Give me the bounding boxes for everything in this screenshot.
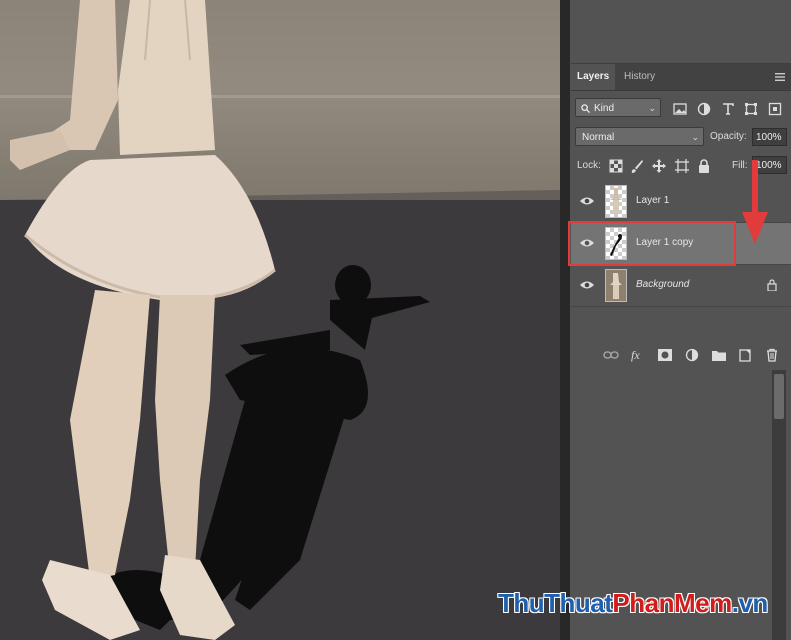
red-arrow-down-icon bbox=[742, 160, 768, 244]
chevron-down-icon: ⌄ bbox=[648, 103, 656, 113]
search-icon bbox=[581, 104, 590, 113]
type-filter-icon[interactable] bbox=[720, 101, 736, 117]
image-filter-icon[interactable] bbox=[672, 101, 688, 117]
lock-transparent-pixels-icon[interactable] bbox=[608, 158, 624, 174]
watermark-logo: ThuThuatPhanMem.vn bbox=[498, 588, 768, 619]
fx-icon[interactable]: fx bbox=[630, 348, 646, 362]
lock-image-pixels-icon[interactable] bbox=[629, 158, 645, 174]
background-photo-thumbnail-icon bbox=[606, 270, 626, 301]
tab-history[interactable]: History bbox=[618, 64, 661, 90]
lock-label: Lock: bbox=[577, 160, 601, 171]
svg-text:fx: fx bbox=[631, 348, 640, 362]
layers-footer: fx bbox=[571, 340, 791, 370]
blend-mode-value: Normal bbox=[582, 132, 615, 143]
adjustment-filter-icon[interactable] bbox=[696, 101, 712, 117]
filter-row: Kind ⌄ bbox=[571, 98, 791, 120]
blend-row: Normal ⌄ Opacity: 100% bbox=[571, 127, 791, 149]
layer-thumbnail bbox=[605, 269, 627, 302]
layer-row-background[interactable]: Background bbox=[571, 265, 791, 307]
blend-mode-select[interactable]: Normal ⌄ bbox=[575, 127, 704, 146]
lock-position-icon[interactable] bbox=[651, 158, 667, 174]
layer-name: Background bbox=[636, 279, 690, 290]
eye-icon[interactable] bbox=[579, 278, 595, 292]
panel-tabs: Layers History bbox=[571, 64, 791, 91]
trash-icon[interactable] bbox=[764, 348, 780, 362]
opacity-input[interactable]: 100% bbox=[752, 128, 787, 146]
lock-all-icon[interactable] bbox=[696, 158, 712, 174]
new-layer-icon[interactable] bbox=[737, 348, 753, 362]
adjustment-layer-icon[interactable] bbox=[684, 348, 700, 362]
panel-menu-icon[interactable] bbox=[775, 73, 785, 81]
filter-kind-label: Kind bbox=[594, 103, 615, 114]
document-canvas[interactable] bbox=[0, 0, 560, 640]
link-layers-icon[interactable] bbox=[603, 348, 619, 362]
chevron-down-icon: ⌄ bbox=[691, 132, 699, 142]
lock-icon[interactable] bbox=[767, 279, 777, 291]
canvas-gutter bbox=[560, 0, 570, 640]
smart-object-filter-icon[interactable] bbox=[767, 101, 783, 117]
add-mask-icon[interactable] bbox=[657, 348, 673, 362]
panel-scrollbar-thumb[interactable] bbox=[774, 374, 784, 419]
layer-name: Layer 1 bbox=[636, 195, 670, 206]
eye-icon[interactable] bbox=[579, 194, 595, 208]
shape-filter-icon[interactable] bbox=[743, 101, 759, 117]
tab-layers[interactable]: Layers bbox=[571, 64, 616, 90]
watermark-part3: .vn bbox=[731, 588, 769, 618]
selected-layer-highlight bbox=[568, 221, 736, 266]
opacity-label: Opacity: bbox=[710, 131, 747, 142]
lock-artboard-icon[interactable] bbox=[674, 158, 690, 174]
watermark-part2: PhanMem bbox=[612, 588, 732, 618]
watermark-part1: ThuThuat bbox=[498, 588, 613, 618]
ballerina-photo bbox=[0, 0, 560, 640]
folder-icon[interactable] bbox=[711, 348, 727, 362]
filter-kind-select[interactable]: Kind ⌄ bbox=[575, 98, 661, 117]
layer-thumbnail bbox=[605, 185, 627, 218]
ballerina-thumbnail-icon bbox=[610, 188, 622, 214]
